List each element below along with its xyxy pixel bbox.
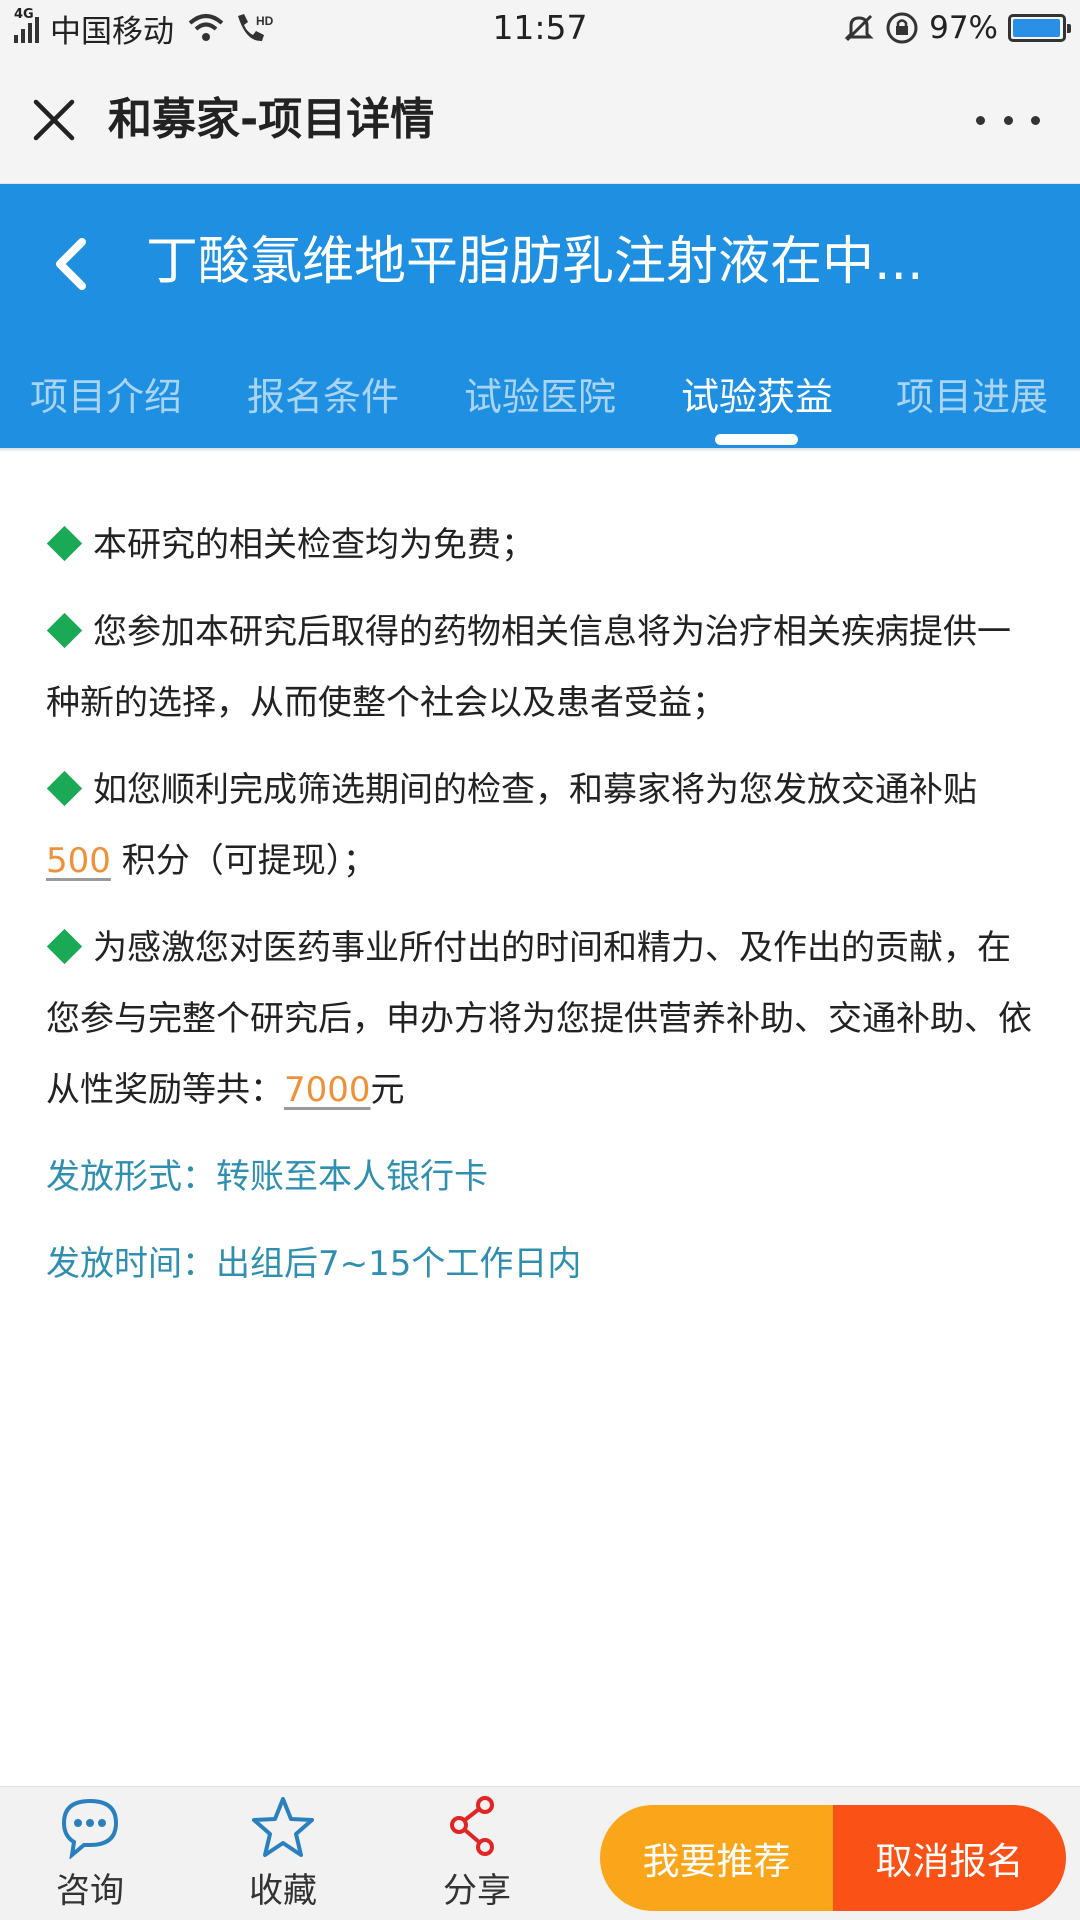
chat-bubble-icon bbox=[61, 1798, 119, 1859]
favorite-label: 收藏 bbox=[249, 1871, 317, 1911]
benefit-item: 本研究的相关检查均为免费； bbox=[46, 510, 1036, 581]
diamond-bullet-icon bbox=[46, 928, 83, 965]
rotation-lock-icon bbox=[886, 12, 918, 44]
close-icon[interactable] bbox=[30, 96, 78, 144]
back-arrow-icon[interactable] bbox=[44, 232, 100, 296]
battery-fill bbox=[1013, 19, 1060, 37]
favorite-button[interactable]: 收藏 bbox=[223, 1795, 343, 1912]
more-icon[interactable] bbox=[976, 100, 1040, 140]
status-right: 97% bbox=[843, 8, 1071, 48]
share-icon bbox=[450, 1796, 494, 1856]
share-label: 分享 bbox=[443, 1871, 511, 1911]
consult-button[interactable]: 咨询 bbox=[30, 1795, 150, 1912]
header-divider bbox=[0, 448, 1080, 452]
tab-trial-benefits[interactable]: 试验获益 bbox=[681, 366, 833, 421]
diamond-bullet-icon bbox=[46, 770, 83, 807]
cancel-registration-button[interactable]: 取消报名 bbox=[833, 1805, 1066, 1911]
tab-project-progress[interactable]: 项目进展 bbox=[896, 366, 1048, 421]
active-tab-indicator bbox=[715, 434, 798, 445]
benefit-item: 您参加本研究后取得的药物相关信息将为治疗相关疾病提供一种新的选择，从而使整个社会… bbox=[46, 612, 1011, 723]
tab-trial-hospitals[interactable]: 试验医院 bbox=[464, 366, 616, 421]
payment-time: 发放时间：出组后7~15个工作日内 bbox=[46, 1244, 582, 1284]
benefit-item: 为感激您对医药事业所付出的时间和精力、及作出的贡献，在您参与完整个研究后，申办方… bbox=[46, 928, 1032, 1110]
recommend-button[interactable]: 我要推荐 bbox=[600, 1805, 833, 1911]
diamond-bullet-icon bbox=[46, 612, 83, 649]
share-button[interactable]: 分享 bbox=[417, 1795, 537, 1912]
webview-title: 和募家-项目详情 bbox=[108, 94, 435, 145]
traffic-subsidy-amount: 500 bbox=[46, 841, 111, 881]
tab-bar: 项目介绍 报名条件 试验医院 试验获益 项目进展 bbox=[0, 354, 1080, 448]
benefits-content: 本研究的相关检查均为免费； 您参加本研究后取得的药物相关信息将为治疗相关疾病提供… bbox=[46, 510, 1036, 1316]
tab-eligibility[interactable]: 报名条件 bbox=[247, 366, 399, 421]
diamond-bullet-icon bbox=[46, 525, 83, 562]
bottom-action-bar: 咨询 收藏 分享 我要推荐 取消报名 bbox=[0, 1786, 1080, 1920]
total-compensation-amount: 7000 bbox=[284, 1070, 371, 1110]
status-bar: 4G 中国移动 HD 11:57 97% bbox=[0, 0, 1080, 56]
project-header: 丁酸氯维地平脂肪乳注射液在中... 项目介绍 报名条件 试验医院 试验获益 项目… bbox=[0, 184, 1080, 448]
benefit-item: 如您顺利完成筛选期间的检查，和募家将为您发放交通补贴500 积分（可提现）； bbox=[46, 770, 977, 881]
payment-method: 发放形式：转账至本人银行卡 bbox=[46, 1157, 488, 1197]
battery-percent: 97% bbox=[929, 10, 998, 46]
consult-label: 咨询 bbox=[56, 1871, 124, 1911]
mute-bell-icon bbox=[844, 14, 874, 42]
webview-header: 和募家-项目详情 bbox=[0, 56, 1080, 184]
action-buttons: 我要推荐 取消报名 bbox=[600, 1805, 1066, 1911]
tab-project-intro[interactable]: 项目介绍 bbox=[30, 366, 182, 421]
star-icon bbox=[252, 1797, 314, 1857]
project-title: 丁酸氯维地平脂肪乳注射液在中... bbox=[146, 232, 924, 292]
battery-icon bbox=[1008, 14, 1071, 42]
